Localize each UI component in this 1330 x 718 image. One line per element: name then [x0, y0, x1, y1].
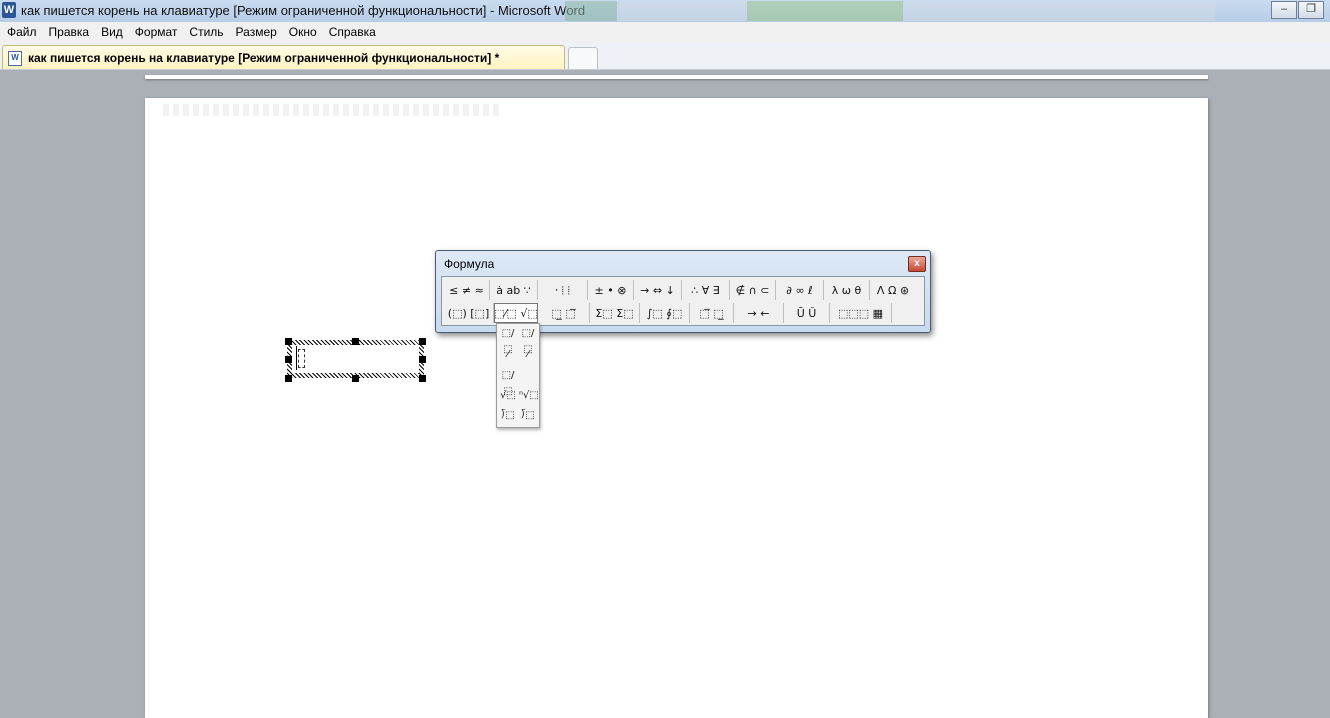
menu-size[interactable]: Размер — [236, 22, 283, 39]
menu-file[interactable]: Файл — [7, 22, 43, 39]
resize-handle-top-left[interactable] — [285, 338, 292, 345]
relational-symbols-button[interactable]: ≤ ≠ ≈ — [444, 280, 490, 300]
labeled-arrow-templates-button[interactable]: → ← — [734, 303, 784, 323]
tab-label: как пишется корень на клавиатуре [Режим … — [28, 51, 500, 65]
title-bar: W как пишется корень на клавиатуре [Режи… — [0, 0, 1330, 22]
palette-fraction-full[interactable]: ⬚/⬚ — [499, 326, 517, 355]
document-page[interactable] — [145, 98, 1208, 718]
palette-slash-fraction[interactable]: ⁄ — [499, 347, 517, 363]
palette-square-root[interactable]: √⬚ — [499, 388, 517, 404]
resize-handle-bottom-left[interactable] — [285, 375, 292, 382]
formula-toolbar-window: Формула x ≤ ≠ ≈ ȧ ab ∵ ⸱ ⦙ ⦙ ± • ⊗ → ⇔ ↓… — [435, 250, 931, 333]
integral-templates-button[interactable]: ∫⬚ ∮⬚ — [640, 303, 690, 323]
word-document-icon: W — [8, 51, 22, 66]
new-tab-button[interactable] — [568, 47, 598, 69]
summation-templates-button[interactable]: Σ⬚ Σ⬚ — [590, 303, 640, 323]
products-set-theory-templates-button[interactable]: Ū Ǔ — [784, 303, 830, 323]
arrow-symbols-button[interactable]: → ⇔ ↓ — [634, 280, 682, 300]
previous-page-edge — [145, 75, 1208, 79]
equation-object[interactable] — [285, 338, 426, 382]
operator-symbols-button[interactable]: ± • ⊗ — [588, 280, 634, 300]
menu-format[interactable]: Формат — [135, 22, 184, 39]
fraction-radical-templates-button[interactable]: ⬚⁄⬚ √⬚ — [494, 303, 538, 323]
menu-edit[interactable]: Правка — [49, 22, 96, 39]
minimize-button[interactable]: – — [1271, 1, 1297, 19]
word-app-icon[interactable]: W — [2, 2, 16, 18]
menu-view[interactable]: Вид — [101, 22, 129, 39]
symbol-palette-row: ≤ ≠ ≈ ȧ ab ∵ ⸱ ⦙ ⦙ ± • ⊗ → ⇔ ↓ ∴ ∀ ∃ ∉ ∩… — [444, 279, 916, 301]
logical-symbols-button[interactable]: ∴ ∀ ∃ — [682, 280, 730, 300]
greek-lowercase-button[interactable]: λ ω θ — [824, 280, 870, 300]
menu-bar: Файл Правка Вид Формат Стиль Размер Окно… — [0, 22, 1330, 43]
restore-button[interactable]: ❐ — [1298, 1, 1324, 19]
document-tab-bar: W как пишется корень на клавиатуре [Режи… — [0, 42, 1330, 70]
equation-cursor — [296, 346, 297, 370]
palette-nth-root[interactable]: ⁿ√⬚ — [519, 388, 539, 404]
palette-slash-fraction-small[interactable]: ⁄ — [519, 347, 537, 363]
palette-long-division-quotient[interactable]: ⟌⬚ — [519, 408, 537, 424]
set-theory-symbols-button[interactable]: ∉ ∩ ⊂ — [730, 280, 776, 300]
menu-style[interactable]: Стиль — [189, 22, 229, 39]
palette-fraction-small[interactable]: ⬚/⬚ — [519, 326, 537, 355]
subscript-superscript-templates-button[interactable]: ⬚̲ ⬚̅ — [538, 303, 590, 323]
document-area[interactable] — [0, 70, 1330, 718]
equation-empty-slot[interactable] — [298, 349, 305, 368]
resize-handle-right[interactable] — [419, 356, 426, 363]
resize-handle-left[interactable] — [285, 356, 292, 363]
resize-handle-bottom[interactable] — [352, 375, 359, 382]
fraction-radical-palette: ⬚/⬚ ⬚/⬚ ⁄ ⁄ ⬚/⬚ √⬚ ⁿ√⬚ ⟌⬚ ⟌⬚ — [496, 323, 540, 428]
close-icon[interactable]: x — [908, 256, 926, 272]
palette-linear-fraction[interactable]: ⬚/⬚ — [499, 368, 517, 397]
background-taskbar-ghost — [565, 1, 1215, 21]
greek-uppercase-button[interactable]: Λ Ω ⊛ — [870, 280, 916, 300]
spaces-ellipses-button[interactable]: ȧ ab ∵ — [490, 280, 538, 300]
menu-window[interactable]: Окно — [289, 22, 323, 39]
resize-handle-top[interactable] — [352, 338, 359, 345]
tab-active-document[interactable]: W как пишется корень на клавиатуре [Режи… — [2, 45, 565, 69]
resize-handle-top-right[interactable] — [419, 338, 426, 345]
template-palette-row: (⬚) [⬚] ⬚⁄⬚ √⬚ ⬚̲ ⬚̅ Σ⬚ Σ⬚ ∫⬚ ∮⬚ ⬚̅ ⬚̲ →… — [444, 302, 892, 324]
formula-toolbar-body: ≤ ≠ ≈ ȧ ab ∵ ⸱ ⦙ ⦙ ± • ⊗ → ⇔ ↓ ∴ ∀ ∃ ∉ ∩… — [441, 276, 925, 326]
fence-templates-button[interactable]: (⬚) [⬚] — [444, 303, 494, 323]
palette-long-division[interactable]: ⟌⬚ — [499, 408, 517, 424]
misc-symbols-button[interactable]: ∂ ∞ ℓ — [776, 280, 824, 300]
underbar-overbar-templates-button[interactable]: ⬚̅ ⬚̲ — [690, 303, 734, 323]
menu-help[interactable]: Справка — [329, 22, 382, 39]
formula-toolbar-title: Формула — [444, 257, 495, 271]
matrix-templates-button[interactable]: ⬚⬚⬚ ▦ — [830, 303, 892, 323]
embellishments-button[interactable]: ⸱ ⦙ ⦙ — [538, 280, 588, 300]
window-controls: – ❐ — [1270, 1, 1324, 19]
resize-handle-bottom-right[interactable] — [419, 375, 426, 382]
window-title: как пишется корень на клавиатуре [Режим … — [21, 3, 586, 18]
faint-page-text — [163, 104, 503, 116]
